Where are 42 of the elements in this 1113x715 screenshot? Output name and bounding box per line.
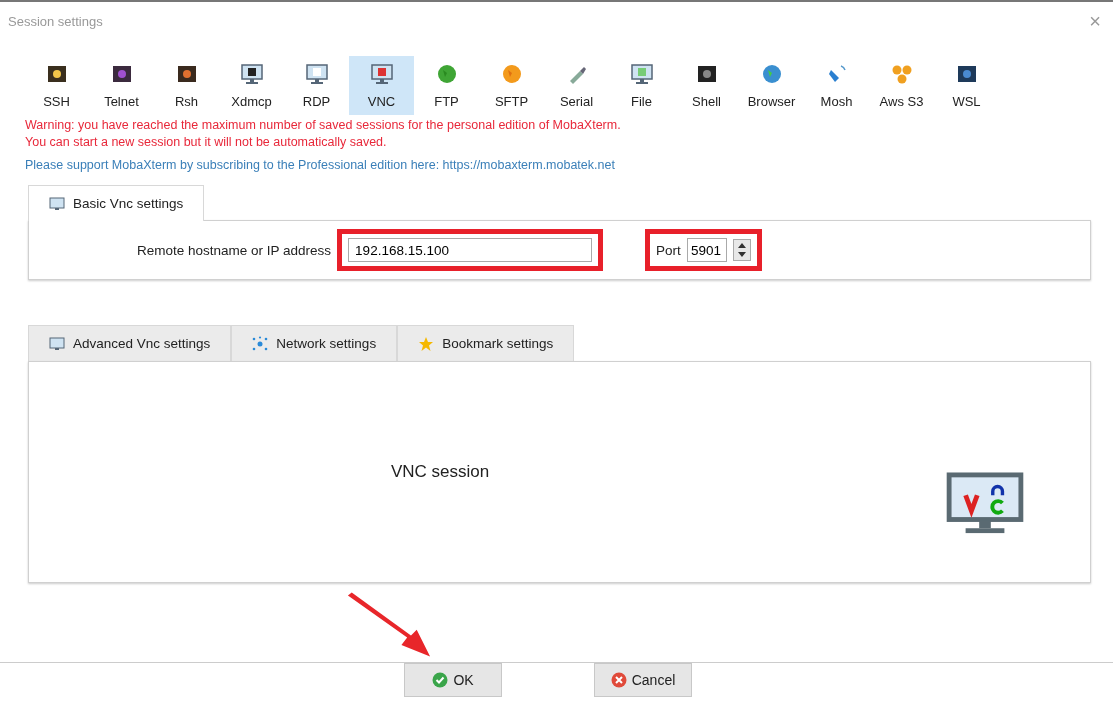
session-type-button[interactable]: Shell [674,56,739,115]
session-type-button[interactable]: SSH [24,56,89,115]
monitor-icon [239,62,264,86]
network-icon [252,335,269,352]
session-caption: VNC session [391,462,490,482]
settings-tab[interactable]: Basic Vnc settings [28,185,205,221]
session-type-button[interactable]: FTP [414,56,479,115]
session-type-button[interactable]: Aws S3 [869,56,934,115]
session-type-button[interactable]: Telnet [89,56,154,115]
support-text: Please support MobaXterm by subscribing to the Professional edition here: https://mobaxterm.mobatek.net [25,157,616,174]
session-type-button[interactable]: Browser [739,56,804,115]
session-type-button[interactable]: WSL [934,56,999,115]
session-type-button[interactable]: RDP [284,56,349,115]
ok-button[interactable]: OK [404,663,502,697]
monitor-icon [369,62,394,86]
session-type-button[interactable]: SFTP [479,56,544,115]
session-type-button[interactable]: File [609,56,674,115]
spinner-icon[interactable] [732,239,751,261]
checkmark-icon [432,672,449,688]
settings-tab[interactable]: Network settings [231,325,398,361]
monitor-icon [49,335,65,352]
session-type-button[interactable]: Serial [544,56,609,115]
window-title: Session settings [8,13,103,29]
settings-tab[interactable]: Advanced Vnc settings [28,325,232,361]
port-label: Port [656,242,681,258]
monitor-icon [946,472,1024,536]
settings-tab[interactable]: Bookmark settings [397,325,575,361]
warning-text: Warning: you have reached the maximum number of saved sessions for the personal edition of MobaXterm. [25,117,622,134]
session-type-button[interactable]: Rsh [154,56,219,115]
cancel-button[interactable]: Cancel [594,663,692,697]
session-type-button[interactable]: Mosh [804,56,869,115]
port-field[interactable]: 5901 [686,238,727,262]
monitor-icon [629,62,654,86]
monitor-icon [49,195,65,212]
session-type-button[interactable]: VNC [349,56,414,115]
session-type-button[interactable]: Xdmcp [219,56,284,115]
host-field[interactable]: 192.168.15.100 [348,238,593,262]
cancel-icon [610,672,627,688]
star-icon [418,335,435,352]
host-label: Remote hostname or IP address [137,242,332,258]
monitor-icon [304,62,329,86]
warning-text: You can start a new session but it will not be automatically saved. [25,134,388,151]
